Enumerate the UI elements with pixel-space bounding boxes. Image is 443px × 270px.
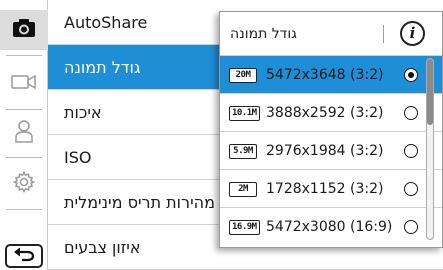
- back-button[interactable]: [5, 244, 43, 268]
- radio-button[interactable]: [404, 68, 418, 82]
- general-settings-button[interactable]: [0, 164, 48, 204]
- image-size-panel: גודל תמונה i 20M 5472x3648 (3:2) 10.1M 3…: [219, 11, 443, 248]
- person-icon: [14, 119, 34, 147]
- panel-title: גודל תמונה: [230, 26, 297, 42]
- rail-divider: [6, 209, 42, 210]
- size-badge-icon: 2M: [229, 182, 257, 197]
- size-option-label: 5472x3080 (16:9): [266, 219, 393, 235]
- menu-item-label: מהירות תריס מינימלית: [64, 193, 215, 212]
- rail-divider: [6, 157, 42, 158]
- size-option-label: 1728x1152 (3:2): [266, 181, 384, 197]
- radio-button[interactable]: [404, 220, 418, 234]
- size-option-label: 5472x3648 (3:2): [266, 67, 384, 83]
- size-option[interactable]: 10.1M 3888x2592 (3:2): [220, 94, 442, 132]
- menu-item-label: ISO: [64, 148, 92, 167]
- size-option[interactable]: 5.9M 2976x1984 (3:2): [220, 132, 442, 170]
- header-divider: [383, 25, 384, 43]
- rail-divider: [6, 109, 42, 110]
- radio-button[interactable]: [404, 182, 418, 196]
- camera-icon: [12, 18, 36, 42]
- panel-header: גודל תמונה i: [220, 12, 442, 56]
- size-option[interactable]: 2M 1728x1152 (3:2): [220, 170, 442, 208]
- size-badge-icon: 10.1M: [229, 106, 260, 121]
- mode-rail: [0, 0, 48, 270]
- radio-button[interactable]: [404, 144, 418, 158]
- size-option-label: 3888x2592 (3:2): [266, 105, 384, 121]
- size-badge-icon: 16.9M: [229, 220, 260, 235]
- radio-button[interactable]: [404, 106, 418, 120]
- video-camera-icon: [11, 74, 37, 94]
- rail-divider: [6, 55, 42, 56]
- info-icon[interactable]: i: [400, 21, 425, 46]
- menu-item-label: איזון צבעים: [64, 238, 141, 257]
- user-settings-button[interactable]: [0, 113, 48, 153]
- gear-icon: [12, 170, 36, 197]
- size-option[interactable]: 20M 5472x3648 (3:2): [220, 56, 442, 94]
- camera-mode-button[interactable]: [0, 10, 48, 50]
- video-mode-button[interactable]: [0, 64, 48, 104]
- size-badge-icon: 5.9M: [229, 144, 257, 159]
- size-option[interactable]: 16.9M 5472x3080 (16:9): [220, 208, 442, 246]
- back-arrow-icon: [12, 246, 36, 266]
- menu-item-label: AutoShare: [64, 13, 148, 32]
- size-badge-icon: 20M: [229, 68, 257, 83]
- scrollbar[interactable]: [426, 58, 434, 240]
- size-option-label: 2976x1984 (3:2): [266, 143, 384, 159]
- menu-item-label: גודל תמונה: [64, 58, 141, 77]
- menu-item-label: איכות: [64, 103, 102, 122]
- scrollbar-thumb[interactable]: [427, 59, 433, 125]
